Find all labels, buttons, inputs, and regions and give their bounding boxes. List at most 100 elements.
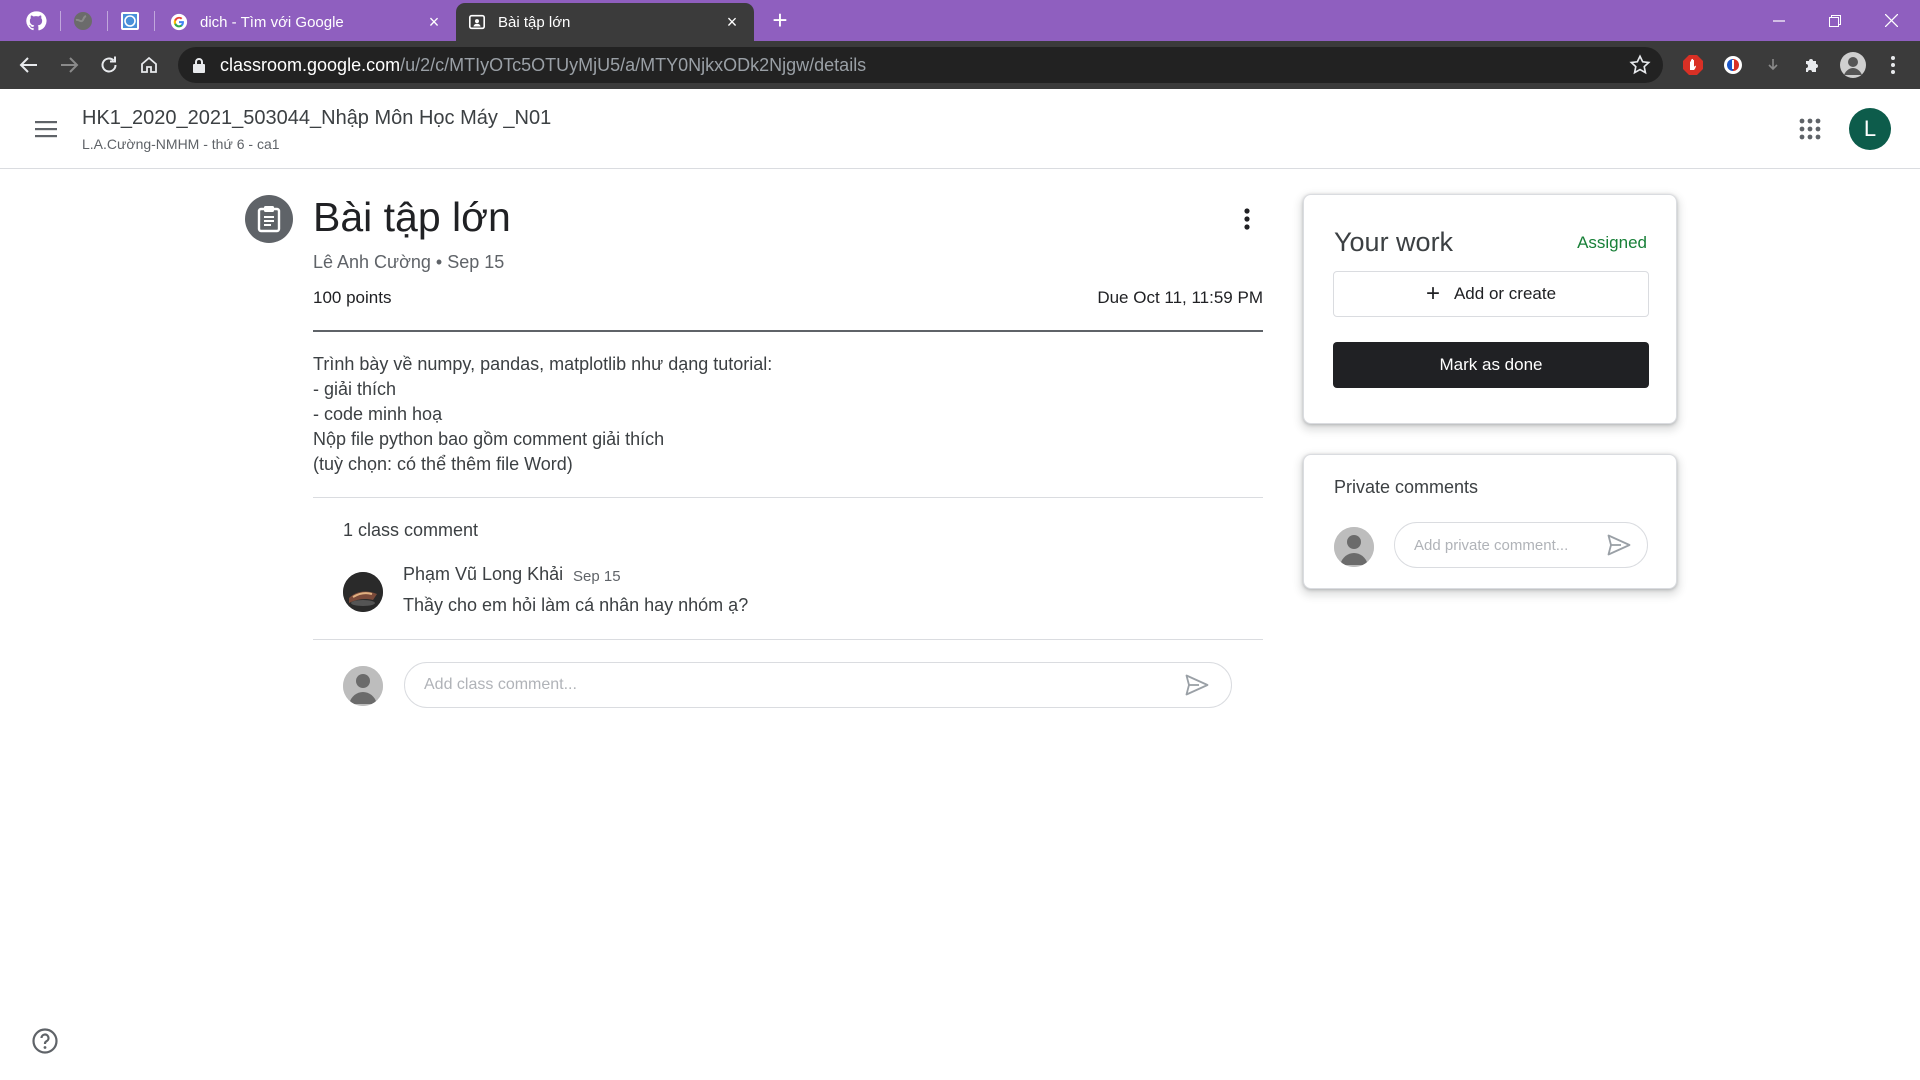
tab-title: Bài tập lớn bbox=[498, 13, 571, 31]
classroom-header: HK1_2020_2021_503044_Nhập Môn Học Máy _N… bbox=[0, 89, 1920, 169]
send-icon bbox=[1607, 534, 1631, 556]
google-apps-button[interactable] bbox=[1797, 116, 1823, 142]
home-icon bbox=[141, 56, 157, 73]
assignment-title: Bài tập lớn bbox=[313, 194, 511, 240]
private-comment-input[interactable] bbox=[1414, 523, 1604, 567]
shield-icon bbox=[1724, 56, 1742, 74]
status-badge: Assigned bbox=[1577, 233, 1647, 252]
tab-separator bbox=[154, 11, 155, 31]
close-icon bbox=[1884, 14, 1898, 27]
plus-icon: + bbox=[1425, 280, 1440, 307]
pinned-tab-translate[interactable] bbox=[108, 0, 152, 41]
section-divider bbox=[313, 639, 1263, 640]
private-comment-field bbox=[1394, 522, 1648, 568]
star-icon[interactable] bbox=[1629, 54, 1651, 76]
your-work-card: Your work Assigned + Add or create Mark … bbox=[1303, 194, 1677, 424]
class-comments-count[interactable]: 1 class comment bbox=[343, 520, 478, 541]
reload-icon bbox=[101, 56, 117, 73]
more-vert-icon bbox=[1244, 208, 1250, 230]
private-comments-card: Private comments bbox=[1303, 454, 1677, 589]
main-menu-button[interactable] bbox=[33, 116, 59, 142]
back-icon bbox=[19, 57, 37, 73]
mark-as-done-button[interactable]: Mark as done bbox=[1333, 342, 1649, 388]
post-private-comment-button[interactable] bbox=[1605, 531, 1633, 559]
user-icon bbox=[1334, 527, 1374, 567]
comment-date: Sep 15 bbox=[573, 568, 621, 585]
translate-icon bbox=[121, 11, 139, 30]
google-icon bbox=[170, 13, 188, 31]
close-window-button[interactable] bbox=[1862, 0, 1920, 41]
help-icon bbox=[32, 1028, 58, 1054]
browser-tab-strip: dich - Tìm với Google × Bài tập lớn × + bbox=[0, 0, 1920, 41]
profile-button[interactable] bbox=[1839, 51, 1867, 79]
lock-icon bbox=[193, 58, 205, 73]
assignment-options-button[interactable] bbox=[1235, 205, 1259, 235]
class-comment-input[interactable] bbox=[424, 663, 1164, 707]
assignment-type-badge bbox=[245, 195, 293, 243]
menu-icon bbox=[35, 121, 57, 138]
address-bar[interactable]: classroom.google.com/u/2/c/MTIyOTc5OTUyM… bbox=[178, 47, 1663, 83]
restore-button[interactable] bbox=[1806, 0, 1864, 41]
extension-flag[interactable] bbox=[1719, 51, 1747, 79]
your-work-title: Your work bbox=[1334, 227, 1454, 257]
assignment-description: Trình bày về numpy, pandas, matplotlib n… bbox=[313, 352, 772, 477]
send-icon bbox=[1185, 674, 1209, 696]
minimize-icon bbox=[1773, 19, 1785, 22]
forward-button[interactable] bbox=[55, 51, 83, 79]
description-line: - giải thích bbox=[313, 379, 397, 399]
forward-icon bbox=[61, 57, 79, 73]
tab-close-button[interactable]: × bbox=[722, 12, 742, 32]
description-line: Trình bày về numpy, pandas, matplotlib n… bbox=[313, 354, 773, 374]
more-vert-icon bbox=[1891, 56, 1895, 74]
back-button[interactable] bbox=[15, 51, 43, 79]
reload-button[interactable] bbox=[95, 51, 123, 79]
assignment-author-date: Lê Anh Cường • Sep 15 bbox=[313, 252, 505, 272]
add-or-create-label: Add or create bbox=[1453, 284, 1557, 303]
tab-title: dich - Tìm với Google bbox=[200, 13, 344, 31]
description-line: Nộp file python bao gồm comment giải thí… bbox=[313, 429, 665, 449]
assignment-points: 100 points bbox=[313, 288, 392, 307]
new-tab-button[interactable]: + bbox=[766, 7, 794, 35]
pinned-tab-globe[interactable] bbox=[61, 0, 105, 41]
tab-google-search[interactable]: dich - Tìm với Google × bbox=[158, 3, 456, 41]
description-line: (tuỳ chọn: có thể thêm file Word) bbox=[313, 454, 573, 474]
class-title[interactable]: HK1_2020_2021_503044_Nhập Môn Học Máy _N… bbox=[82, 107, 551, 130]
tab-assignment[interactable]: Bài tập lớn × bbox=[456, 3, 754, 41]
url-path: /u/2/c/MTIyOTc5OTUyMjU5/a/MTY0NjkxODk2Nj… bbox=[400, 55, 867, 75]
apps-icon bbox=[1799, 118, 1821, 140]
account-avatar[interactable]: L bbox=[1849, 108, 1891, 150]
download-icon bbox=[1768, 59, 1778, 71]
github-icon bbox=[26, 10, 47, 30]
classroom-icon bbox=[468, 14, 486, 30]
comment-author: Phạm Vũ Long Khải bbox=[403, 564, 564, 584]
browser-toolbar: classroom.google.com/u/2/c/MTIyOTc5OTUyM… bbox=[0, 41, 1920, 89]
post-class-comment-button[interactable] bbox=[1183, 671, 1211, 699]
title-divider bbox=[313, 330, 1263, 332]
tab-close-button[interactable]: × bbox=[424, 12, 444, 32]
class-comment-field bbox=[404, 662, 1232, 708]
avatar bbox=[343, 666, 383, 706]
pinned-tab-github[interactable] bbox=[14, 0, 58, 41]
avatar bbox=[343, 572, 383, 612]
avatar bbox=[1334, 527, 1374, 567]
assignment-due-date: Due Oct 11, 11:59 PM bbox=[1097, 288, 1263, 307]
browser-menu-button[interactable] bbox=[1879, 51, 1907, 79]
private-comments-title: Private comments bbox=[1334, 477, 1479, 497]
extension-adblock[interactable] bbox=[1679, 51, 1707, 79]
description-line: - code minh hoạ bbox=[313, 404, 443, 424]
help-button[interactable] bbox=[31, 1027, 59, 1055]
user-icon bbox=[343, 666, 383, 706]
add-or-create-button[interactable]: + Add or create bbox=[1333, 271, 1649, 317]
download-button[interactable] bbox=[1759, 51, 1787, 79]
minimize-button[interactable] bbox=[1750, 0, 1808, 41]
stop-sign-icon bbox=[1683, 55, 1703, 75]
home-button[interactable] bbox=[135, 51, 163, 79]
url-host: classroom.google.com bbox=[220, 55, 401, 75]
section-divider bbox=[313, 497, 1263, 498]
url-text: classroom.google.com/u/2/c/MTIyOTc5OTUyM… bbox=[220, 47, 866, 83]
restore-icon bbox=[1829, 14, 1841, 27]
assignment-icon bbox=[257, 206, 281, 233]
profile-avatar-icon bbox=[1840, 52, 1866, 78]
extensions-button[interactable] bbox=[1799, 51, 1827, 79]
puzzle-icon bbox=[1806, 59, 1818, 72]
